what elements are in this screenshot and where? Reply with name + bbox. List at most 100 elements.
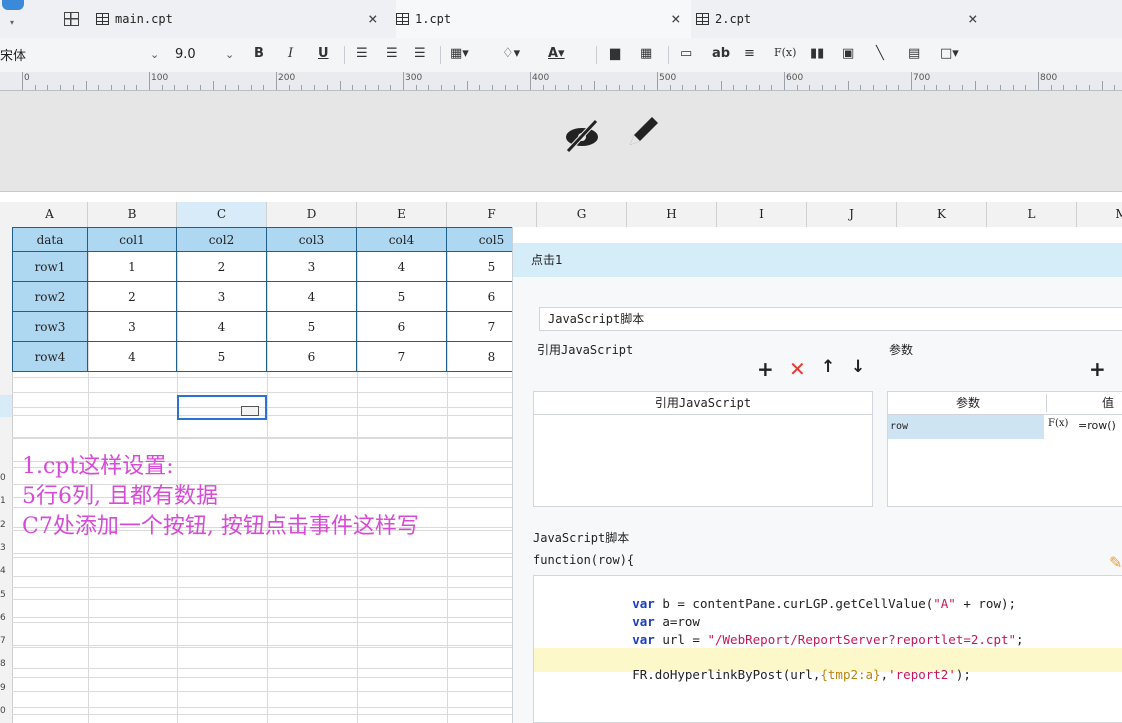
merge-cells-icon[interactable]: ▆	[610, 46, 620, 61]
table-header-cell[interactable]: col1	[88, 227, 177, 252]
column-header-e[interactable]: E	[357, 202, 447, 227]
table-cell[interactable]: 2	[88, 282, 177, 312]
column-header-k[interactable]: K	[897, 202, 987, 227]
table-cell[interactable]: 5	[357, 282, 447, 312]
rich-text-icon[interactable]: ≡	[744, 46, 755, 61]
font-name-select[interactable]: 宋体 ⌄	[0, 44, 165, 64]
tab-main[interactable]: main.cpt ×	[96, 0, 386, 38]
row-number[interactable]: 0	[0, 706, 12, 716]
image-icon[interactable]: ▣	[842, 46, 854, 61]
close-icon[interactable]: ×	[968, 9, 978, 28]
align-right-icon[interactable]: ☰	[414, 46, 426, 61]
table-header-cell[interactable]: col4	[357, 227, 447, 252]
subreport-icon[interactable]: ▤	[908, 46, 920, 61]
table-cell[interactable]: 4	[88, 342, 177, 372]
table-header-cell[interactable]: col3	[267, 227, 357, 252]
align-left-icon[interactable]: ☰	[356, 46, 368, 61]
column-header-c[interactable]: C	[177, 202, 267, 227]
table-cell[interactable]: 3	[177, 282, 267, 312]
table-cell[interactable]: 4	[267, 282, 357, 312]
row-number[interactable]: 9	[0, 683, 12, 693]
params-table[interactable]: 参数 值 row F(x) =row()	[887, 391, 1122, 507]
script-editor[interactable]: var b = contentPane.curLGP.getCellValue(…	[533, 575, 1122, 723]
table-cell[interactable]: 4	[177, 312, 267, 342]
table-cell[interactable]: row2	[12, 282, 88, 312]
text-widget-button[interactable]: ab	[712, 46, 730, 61]
align-center-icon[interactable]: ☰	[386, 46, 398, 61]
param-name-cell[interactable]: row	[888, 415, 1044, 439]
row-number[interactable]: 5	[0, 590, 12, 600]
slash-icon[interactable]: ╲	[876, 46, 884, 61]
column-header-f[interactable]: F	[447, 202, 537, 227]
font-size-select[interactable]: 9.0 ⌄	[175, 44, 243, 64]
tab-2[interactable]: 2.cpt ×	[696, 0, 986, 38]
row-number[interactable]: 8	[0, 659, 12, 669]
table-header-cell[interactable]: col2	[177, 227, 267, 252]
column-header-l[interactable]: L	[987, 202, 1077, 227]
column-header-m[interactable]: M	[1077, 202, 1122, 227]
column-header-b[interactable]: B	[88, 202, 177, 227]
table-cell[interactable]: 5	[267, 312, 357, 342]
close-icon[interactable]: ×	[368, 9, 378, 28]
ref-js-table[interactable]: 引用JavaScript	[533, 391, 873, 507]
table-cell[interactable]: 1	[88, 252, 177, 282]
selected-cell-c7[interactable]	[177, 395, 267, 420]
event-type-select[interactable]: JavaScript脚本	[539, 307, 1122, 331]
ruler-minor-tick	[885, 85, 887, 90]
dropdown-arrow-icon[interactable]: ▾	[10, 18, 14, 27]
font-color-icon[interactable]: A▾	[548, 46, 565, 61]
fill-color-icon[interactable]: ♢▾	[502, 46, 520, 61]
text-field-icon[interactable]: ▭	[680, 46, 692, 61]
table-cell[interactable]: 3	[267, 252, 357, 282]
bold-button[interactable]: B	[254, 46, 264, 61]
table-cell[interactable]: row4	[12, 342, 88, 372]
close-icon[interactable]: ×	[671, 9, 681, 28]
widget-icon[interactable]: □▾	[940, 46, 959, 61]
chart-icon[interactable]: ▮▮	[810, 46, 824, 61]
grid-layout-icon[interactable]	[64, 12, 79, 26]
edit-pencil-icon[interactable]	[624, 109, 664, 149]
arrow-down-icon[interactable]: ↓	[851, 357, 865, 377]
table-cell[interactable]: row3	[12, 312, 88, 342]
row-number[interactable]: 6	[0, 613, 12, 623]
row-number[interactable]: 1	[0, 496, 12, 506]
table-header-cell[interactable]: data	[12, 227, 88, 252]
table-cell[interactable]: 7	[357, 342, 447, 372]
app-icon[interactable]	[2, 0, 24, 10]
border-icon[interactable]: ▦▾	[450, 46, 469, 61]
row-number[interactable]: 7	[0, 636, 12, 646]
column-header-a[interactable]: A	[12, 202, 88, 227]
row-number[interactable]: 4	[0, 566, 12, 576]
table-cell[interactable]: 5	[177, 342, 267, 372]
table-cell[interactable]: 3	[88, 312, 177, 342]
split-cells-icon[interactable]: ▦	[640, 46, 652, 61]
column-header-d[interactable]: D	[267, 202, 357, 227]
column-header-i[interactable]: I	[717, 202, 807, 227]
row-number[interactable]: 0	[0, 473, 12, 483]
table-cell[interactable]: 6	[267, 342, 357, 372]
arrow-up-icon[interactable]: ↑	[821, 357, 835, 377]
tab-1[interactable]: 1.cpt ×	[396, 0, 691, 38]
formula-button[interactable]: F(x)	[774, 46, 796, 59]
hide-icon[interactable]	[562, 115, 602, 155]
table-cell[interactable]: row1	[12, 252, 88, 282]
column-header-g[interactable]: G	[537, 202, 627, 227]
table-cell[interactable]: 4	[357, 252, 447, 282]
italic-button[interactable]: I	[288, 46, 293, 61]
table-cell[interactable]: 6	[357, 312, 447, 342]
param-row[interactable]: row F(x) =row()	[888, 415, 1122, 439]
column-header-h[interactable]: H	[627, 202, 717, 227]
dialog-title[interactable]: 点击1	[513, 243, 1122, 277]
row-number[interactable]: 2	[0, 520, 12, 530]
format-brush-icon[interactable]: ✎	[1109, 553, 1122, 572]
param-value-cell[interactable]: =row()	[1078, 419, 1116, 432]
underline-button[interactable]: U	[318, 46, 329, 61]
formula-icon[interactable]: F(x)	[1048, 418, 1068, 429]
table-cell[interactable]: 2	[177, 252, 267, 282]
add-icon[interactable]: +	[757, 357, 774, 381]
button-widget-icon[interactable]	[241, 406, 259, 416]
delete-icon[interactable]: ✕	[789, 357, 806, 381]
column-header-j[interactable]: J	[807, 202, 897, 227]
add-param-icon[interactable]: +	[1089, 357, 1106, 381]
row-number[interactable]: 3	[0, 543, 12, 553]
